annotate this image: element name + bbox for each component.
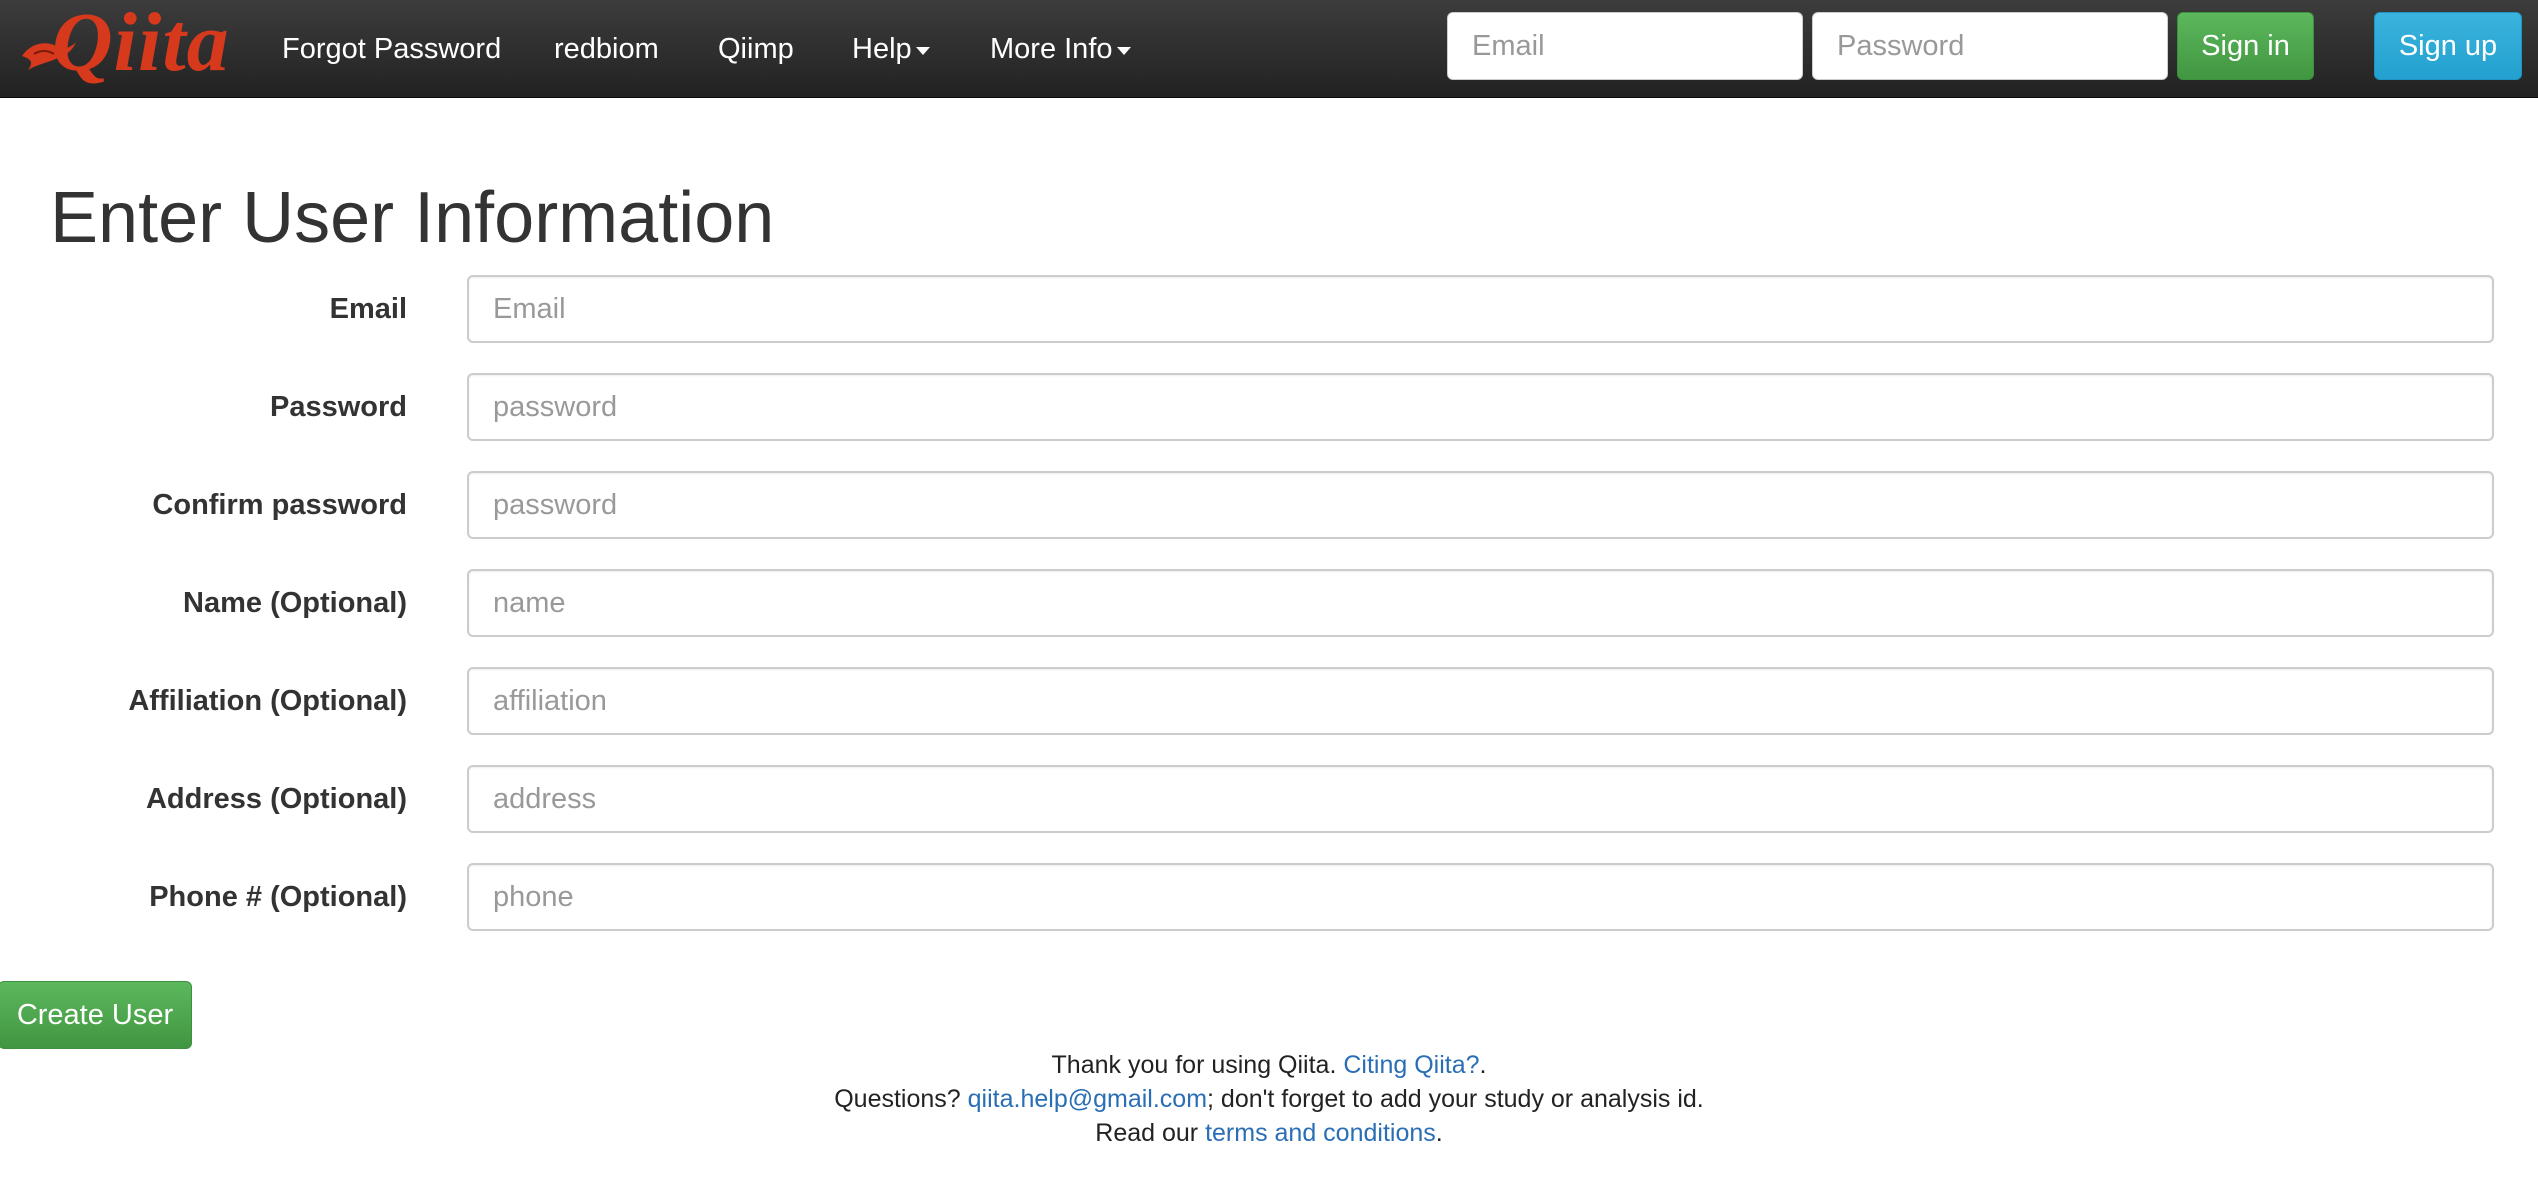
navbar-password-input[interactable] — [1812, 12, 2168, 80]
footer-period: . — [1435, 1119, 1443, 1147]
qiita-logo[interactable]: Qiita — [18, 0, 229, 94]
form-row-affiliation: Affiliation (Optional) — [0, 667, 2538, 735]
footer-line-terms: Read our terms and conditions. — [0, 1116, 2538, 1150]
create-user-button[interactable]: Create User — [0, 981, 192, 1049]
form-row-email: Email — [0, 275, 2538, 343]
phone-field[interactable] — [467, 863, 2494, 931]
form-row-address: Address (Optional) — [0, 765, 2538, 833]
footer-line-citation: Thank you for using Qiita. Citing Qiita?… — [0, 1048, 2538, 1082]
nav-redbiom-label: redbiom — [554, 32, 659, 65]
footer: Thank you for using Qiita. Citing Qiita?… — [0, 1048, 2538, 1150]
address-field[interactable] — [467, 765, 2494, 833]
footer-period: . — [1479, 1051, 1487, 1079]
confirm-password-field[interactable] — [467, 471, 2494, 539]
sign-in-label: Sign in — [2201, 29, 2290, 62]
top-navbar: Qiita Forgot Password redbiom Qiimp Help… — [0, 0, 2538, 98]
sign-up-button[interactable]: Sign up — [2374, 12, 2522, 80]
affiliation-label: Affiliation (Optional) — [128, 684, 407, 717]
nav-redbiom[interactable]: redbiom — [554, 0, 659, 98]
nav-forgot-password-label: Forgot Password — [282, 32, 502, 65]
sign-in-button[interactable]: Sign in — [2177, 12, 2314, 80]
sign-up-label: Sign up — [2398, 29, 2498, 62]
form-row-name: Name (Optional) — [0, 569, 2538, 637]
confirm-password-label: Confirm password — [152, 488, 407, 521]
nav-qiimp[interactable]: Qiimp — [718, 0, 794, 98]
footer-reminder-text: ; don't forget to add your study or anal… — [1207, 1085, 1704, 1113]
phone-label: Phone # (Optional) — [149, 880, 407, 913]
footer-read-text: Read our — [1095, 1119, 1206, 1147]
password-label: Password — [270, 390, 407, 423]
help-email-link[interactable]: qiita.help@gmail.com — [968, 1085, 1207, 1113]
nav-help-dropdown[interactable]: Help — [852, 0, 930, 98]
caret-down-icon — [1116, 47, 1131, 55]
brand-name: Qiita — [52, 0, 230, 89]
address-label: Address (Optional) — [145, 782, 407, 815]
page-title: Enter User Information — [50, 178, 775, 258]
nav-more-info-label: More Info — [990, 32, 1113, 65]
email-field[interactable] — [467, 275, 2494, 343]
nav-qiimp-label: Qiimp — [718, 32, 794, 65]
nav-help-label: Help — [852, 32, 912, 65]
nav-forgot-password[interactable]: Forgot Password — [282, 0, 501, 98]
form-row-confirm-password: Confirm password — [0, 471, 2538, 539]
name-field[interactable] — [467, 569, 2494, 637]
caret-down-icon — [915, 47, 930, 55]
create-user-label: Create User — [16, 998, 174, 1031]
navbar-email-input[interactable] — [1447, 12, 1803, 80]
citing-qiita-link[interactable]: Citing Qiita? — [1343, 1051, 1479, 1079]
form-row-phone: Phone # (Optional) — [0, 863, 2538, 931]
affiliation-field[interactable] — [467, 667, 2494, 735]
form-row-password: Password — [0, 373, 2538, 441]
password-field[interactable] — [467, 373, 2494, 441]
footer-thanks-text: Thank you for using Qiita. — [1051, 1051, 1344, 1079]
terms-link[interactable]: terms and conditions — [1205, 1119, 1436, 1147]
footer-line-questions: Questions? qiita.help@gmail.com; don't f… — [0, 1082, 2538, 1116]
nav-more-info-dropdown[interactable]: More Info — [990, 0, 1131, 98]
name-label: Name (Optional) — [183, 586, 407, 619]
email-label: Email — [329, 292, 407, 325]
footer-questions-text: Questions? — [834, 1085, 968, 1113]
